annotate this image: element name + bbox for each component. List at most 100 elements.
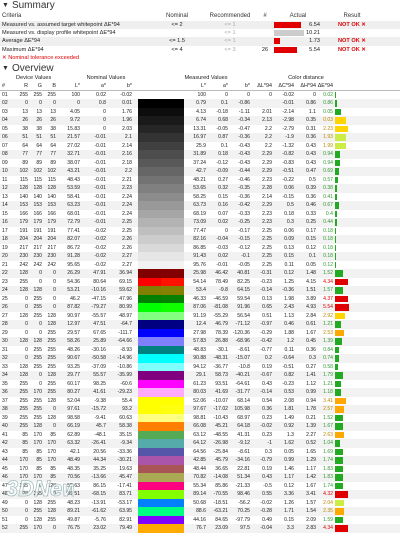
- measured-l: 63.73: [193, 202, 206, 209]
- nominal-l: 46.2: [70, 295, 80, 302]
- measured-swatch: [161, 430, 184, 440]
- nominal-b: 55.4: [122, 397, 132, 404]
- measured-a: 0.02: [218, 219, 228, 226]
- color-swatch: [138, 260, 184, 270]
- nominal-a: -79.27: [91, 304, 106, 311]
- delta-h: 0.15: [306, 236, 316, 243]
- nominal-swatch: [138, 464, 161, 474]
- actual-cell: 5.54: [274, 46, 322, 54]
- delta-e-bar-cell: [335, 133, 349, 142]
- nominal-swatch: [138, 320, 161, 329]
- delta-e-bar-cell: [335, 252, 349, 261]
- delta-e-bar: [335, 363, 339, 371]
- measured-swatch: [161, 396, 184, 406]
- delta-c: 0.06: [284, 227, 294, 234]
- delta-c: 1.25: [284, 278, 294, 285]
- overview-row: 23 255 0 0 54.36 80.64 69.15 54.14 78.49 82.25 -0.…: [0, 277, 400, 287]
- device-r: 0: [25, 329, 28, 336]
- device-g: 128: [33, 185, 43, 192]
- delta-l: 2.23: [262, 219, 272, 226]
- delta-e-bar: [335, 465, 344, 473]
- delta-e-bar: [335, 516, 343, 524]
- device-r: 26: [22, 117, 28, 124]
- delta-c: 1.13: [284, 312, 294, 319]
- measured-b: -0.33: [238, 210, 250, 217]
- measured-a: -10.43: [213, 414, 228, 421]
- col-b-star: b*: [126, 82, 132, 89]
- measured-l: 80.03: [193, 389, 206, 396]
- measured-a: -36.77: [213, 363, 228, 370]
- delta-e-bar-cell: [335, 320, 349, 329]
- nominal-swatch: [138, 184, 161, 193]
- delta-e: 0.94: [323, 151, 333, 158]
- delta-h: 0.35: [306, 117, 316, 124]
- measured-b: -120.36: [232, 329, 250, 336]
- overview-row: 04 26 26 26 9.72 0 1.96 6.74 0.68 -0.34 2.13 -2.98 0…: [0, 116, 400, 125]
- nominal-a: -50.58: [91, 355, 106, 362]
- measured-l: 53.4: [196, 287, 206, 294]
- nominal-swatch: [138, 133, 161, 142]
- delta-c: -0.22: [282, 176, 294, 183]
- collapse-triangle-icon[interactable]: ▼: [2, 2, 9, 9]
- measured-l: 58.25: [193, 193, 206, 200]
- nominal-l: 38.07: [67, 159, 80, 166]
- measured-b: -34.16: [235, 457, 250, 464]
- color-swatch: [138, 311, 184, 321]
- delta-c: 1.98: [284, 295, 294, 302]
- actual-header: Actual: [289, 13, 307, 19]
- nominal-a: -10.16: [91, 287, 106, 294]
- color-swatch: [138, 133, 184, 142]
- row-id: 25: [2, 295, 8, 302]
- nominal-swatch: [138, 90, 161, 100]
- color-swatch: [138, 345, 184, 355]
- nominal-l: 53.59: [67, 185, 80, 192]
- delta-e: 3.41: [323, 397, 333, 404]
- actual-value: 1.73: [309, 38, 320, 45]
- summary-heading[interactable]: ▼ Summary: [0, 0, 400, 12]
- nominal-swatch: [138, 379, 161, 389]
- color-swatch: [138, 498, 184, 508]
- delta-l: 2.23: [262, 210, 272, 217]
- color-swatch: [138, 328, 184, 338]
- nominal-swatch: [138, 252, 161, 261]
- device-g: 170: [33, 525, 43, 532]
- nominal-a: 45.7: [96, 423, 106, 430]
- nominal-l: 0: [77, 100, 80, 107]
- delta-c: -2.14: [282, 108, 294, 115]
- nominal-swatch: [138, 269, 161, 278]
- delta-e-bar-cell: [335, 405, 349, 414]
- delta-e: 1.18: [323, 389, 333, 396]
- delta-c: 0.06: [284, 185, 294, 192]
- delta-l: -0.97: [260, 321, 272, 328]
- measured-swatch: [161, 447, 184, 457]
- delta-h: 3.89: [306, 295, 316, 302]
- nominal-b: 2.24: [122, 210, 132, 217]
- criteria-row: Maximum ΔE*94 <= 4 <= 3 26 5.54 NOT OK ✕: [0, 46, 400, 54]
- device-g: 255: [33, 91, 43, 98]
- col-de: ΔE*94: [317, 82, 333, 89]
- measured-swatch: [161, 252, 184, 261]
- device-b: 0: [53, 100, 56, 107]
- delta-e-bar: [335, 108, 341, 116]
- overview-heading[interactable]: ▼ Overview: [0, 63, 400, 75]
- measured-a: -18.51: [213, 499, 228, 506]
- delta-c: 1.62: [284, 440, 294, 447]
- delta-h: 1.17: [306, 465, 316, 472]
- nominal-l: 63.32: [67, 440, 80, 447]
- nominal-a: 86.15: [93, 482, 106, 489]
- collapse-triangle-icon[interactable]: ▼: [2, 65, 9, 72]
- delta-c: -0.82: [282, 151, 294, 158]
- nominal-swatch: [138, 277, 161, 287]
- nominal-b: -0.02: [120, 91, 132, 98]
- measured-a: -9.8: [219, 287, 228, 294]
- device-r: 128: [19, 363, 29, 370]
- delta-c: 0.05: [284, 448, 294, 455]
- delta-e-bar: [335, 219, 338, 226]
- measured-swatch: [161, 422, 184, 431]
- col-r: R: [24, 82, 28, 89]
- measured-a: -0.01: [216, 261, 228, 268]
- nominal-a: -9.38: [94, 397, 106, 404]
- delta-e-bar: [335, 355, 339, 362]
- delta-l: -0.77: [260, 346, 272, 353]
- delta-e-bar: [335, 253, 336, 260]
